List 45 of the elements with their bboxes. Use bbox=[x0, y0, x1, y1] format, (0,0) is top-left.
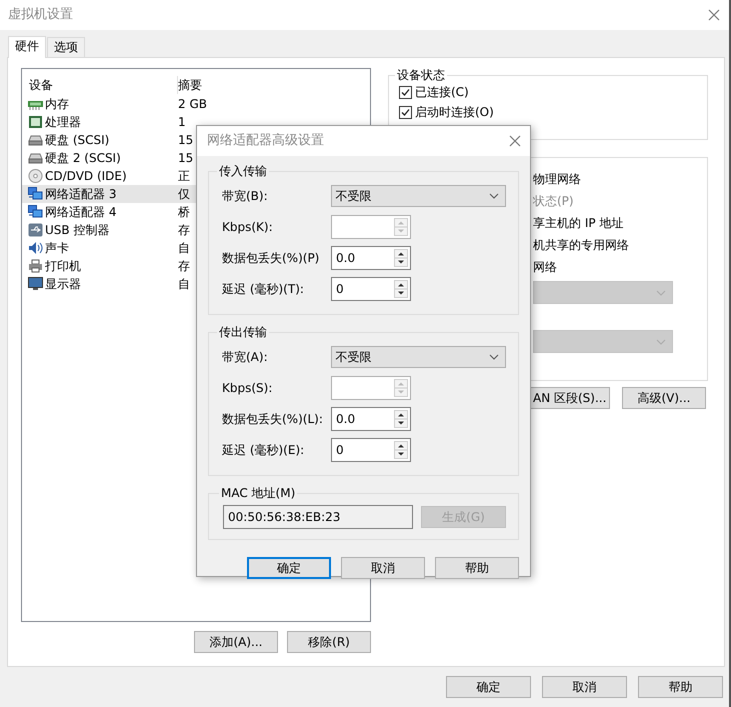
field-label: 带宽(A): bbox=[221, 348, 269, 366]
device-summary: 15 bbox=[178, 151, 194, 165]
field-label: Kbps(S): bbox=[221, 380, 274, 396]
window-title: 虚拟机设置 bbox=[8, 6, 73, 24]
dialog-title: 网络适配器高级设置 bbox=[207, 132, 324, 150]
field-label: 带宽(B): bbox=[221, 188, 269, 204]
field-label: Kbps(K): bbox=[221, 218, 274, 236]
device-name: 声卡 bbox=[45, 240, 69, 257]
option-label: 物理网络 bbox=[533, 171, 582, 188]
option-label: 网络 bbox=[533, 259, 558, 276]
device-summary: 正 bbox=[178, 169, 190, 183]
option-label: 状态(P) bbox=[533, 193, 575, 210]
device-name: 内存 bbox=[45, 96, 69, 113]
device-summary: 存 bbox=[178, 223, 190, 237]
device-summary: 1 bbox=[178, 115, 186, 129]
checkbox-label: 已连接(C) bbox=[415, 84, 469, 101]
device-name: CD/DVD (IDE) bbox=[45, 168, 127, 185]
device-summary: 自 bbox=[178, 277, 190, 291]
field-label: 数据包丢失(%)(P) bbox=[221, 250, 320, 266]
field-label: 数据包丢失(%)(L): bbox=[221, 410, 324, 428]
checkbox-label: 启动时连接(O) bbox=[415, 104, 494, 121]
option-label: 享主机的 IP 地址 bbox=[533, 215, 624, 232]
device-name: 硬盘 (SCSI) bbox=[45, 132, 110, 149]
device-summary: 存 bbox=[178, 259, 190, 273]
group-title: 传出传输 bbox=[218, 325, 268, 339]
column-header: 摘要 bbox=[178, 77, 203, 94]
device-name: 处理器 bbox=[45, 114, 81, 131]
device-name: 打印机 bbox=[45, 258, 81, 275]
column-header: 设备 bbox=[22, 76, 178, 94]
device-name: USB 控制器 bbox=[45, 222, 110, 239]
device-name: 网络适配器 4 bbox=[45, 204, 116, 221]
device-summary: 桥 bbox=[178, 205, 190, 219]
device-name: 显示器 bbox=[45, 276, 81, 293]
device-name: 硬盘 2 (SCSI) bbox=[45, 150, 121, 167]
device-summary: 15 bbox=[178, 133, 194, 147]
group-title: 设备状态 bbox=[396, 68, 446, 82]
device-summary: 自 bbox=[178, 241, 190, 255]
device-name: 网络适配器 3 bbox=[45, 186, 116, 203]
device-summary: 2 GB bbox=[178, 97, 207, 111]
group-title: 传入传输 bbox=[218, 164, 268, 178]
option-label: 机共享的专用网络 bbox=[533, 237, 630, 254]
device-summary: 仅 bbox=[178, 187, 190, 201]
field-label: 延迟 (毫秒)(E): bbox=[221, 442, 306, 458]
field-label: 延迟 (毫秒)(T): bbox=[221, 280, 305, 298]
group-title: MAC 地址(M) bbox=[220, 486, 296, 500]
